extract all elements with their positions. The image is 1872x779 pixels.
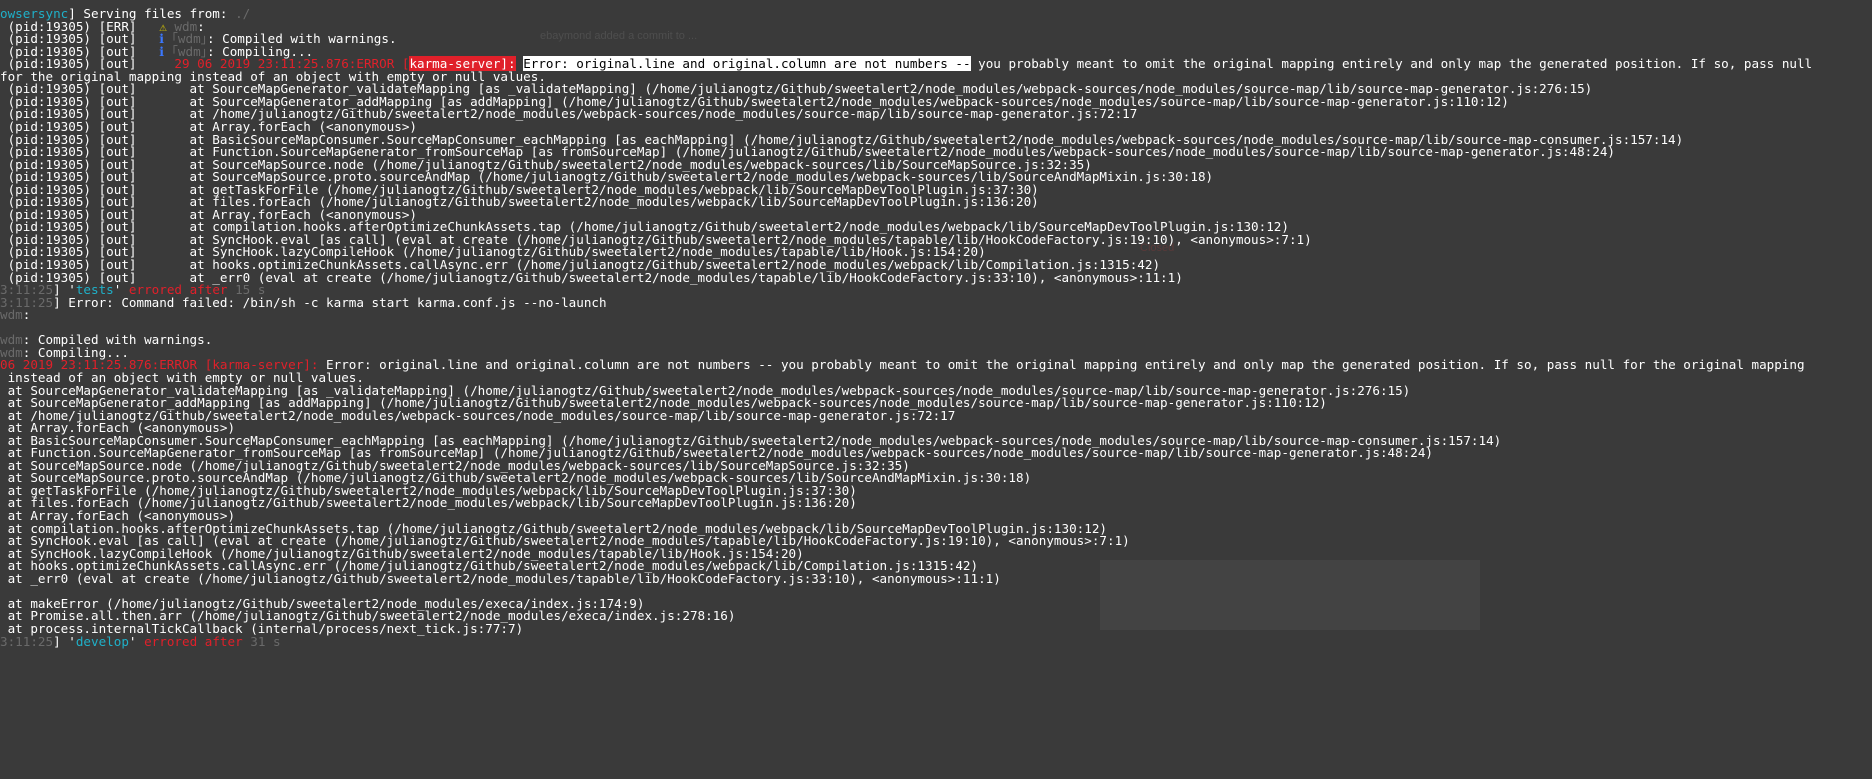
terminal-text: ' [128,634,145,649]
terminal-text: develop [75,634,129,649]
terminal-text: errored after [144,634,243,649]
terminal-text: ] ' [53,634,76,649]
terminal-output[interactable]: owsersync] Serving files from: ./ (pid:1… [0,0,1872,779]
terminal-text: 3:11:25 [0,634,54,649]
terminal-text: 31 s [250,634,281,649]
terminal-line: 3:11:25] 'develop' errored after 31 s [0,634,1872,649]
